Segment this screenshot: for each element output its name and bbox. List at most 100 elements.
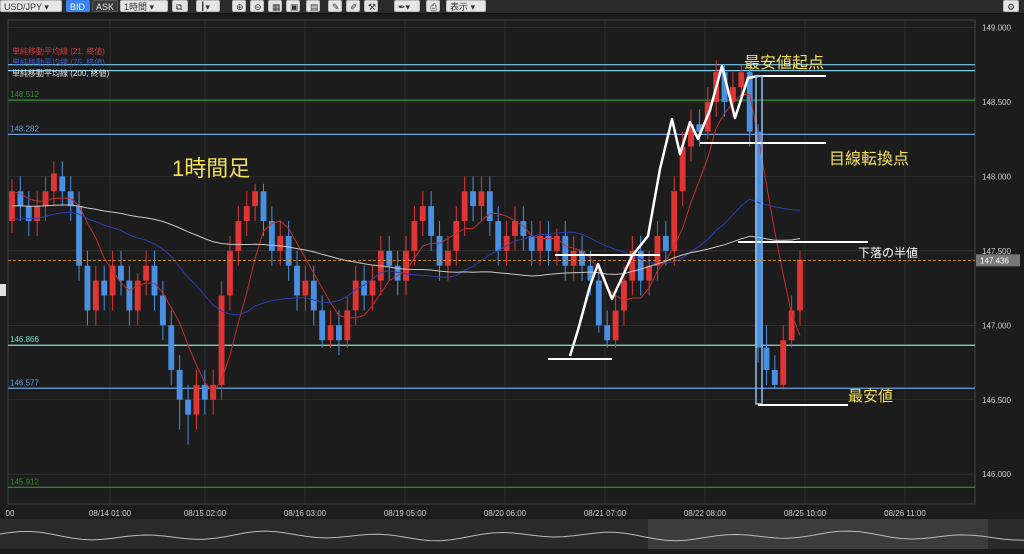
candle-body bbox=[193, 384, 200, 415]
level-label: 148.512 bbox=[10, 90, 39, 99]
x-tick-label: 08/14 01:00 bbox=[89, 509, 132, 518]
current-price-label: 147.436 bbox=[980, 256, 1009, 265]
candle-body bbox=[604, 325, 611, 341]
candle-body bbox=[327, 325, 334, 341]
draw-icon[interactable]: ✎ bbox=[328, 0, 342, 12]
candle-body bbox=[419, 206, 426, 222]
candle-body bbox=[151, 265, 158, 296]
save-icon[interactable]: ▤ bbox=[306, 0, 320, 12]
candle-body bbox=[763, 347, 770, 370]
print-icon[interactable]: ⎙ bbox=[426, 0, 440, 12]
y-tick-label: 149.000 bbox=[982, 23, 1011, 32]
settings-icon[interactable]: ⚙ bbox=[1003, 0, 1019, 12]
candle-body bbox=[570, 250, 577, 266]
candle-body bbox=[302, 280, 309, 296]
copy-icon[interactable]: ⧉ bbox=[172, 0, 188, 12]
candle-body bbox=[562, 235, 569, 266]
annotation-half-retrace: 下落の半値 bbox=[858, 245, 918, 260]
level-label: 146.577 bbox=[10, 378, 39, 387]
level-label: 145.912 bbox=[10, 477, 39, 486]
chart-area: 149.000 148.500 148.000 147.500 147.000 146.5… bbox=[0, 14, 1024, 549]
candle-body bbox=[352, 280, 359, 311]
candle-body bbox=[252, 191, 259, 207]
candle-body bbox=[646, 265, 653, 281]
candle-body bbox=[59, 176, 66, 192]
candle-body bbox=[218, 295, 225, 385]
y-tick-label: 146.500 bbox=[982, 396, 1011, 405]
zoom-out-icon[interactable]: ⊖ bbox=[250, 0, 264, 12]
x-tick-label: 08/26 11:00 bbox=[884, 509, 926, 518]
candle-body bbox=[143, 265, 150, 281]
tools-icon[interactable]: ⚒ bbox=[364, 0, 378, 12]
toolbar: USD/JPY ▾ BID ASK 1時間 ▾ ⧉ ┃▾ ⊕ ⊖ ▦ ▣ ▤ ✎… bbox=[0, 0, 1024, 14]
candle-body bbox=[797, 259, 803, 311]
symbol-select[interactable]: USD/JPY ▾ bbox=[0, 0, 62, 12]
annotation-trend-change: 目線転換点 bbox=[829, 150, 909, 168]
candle-body bbox=[84, 265, 91, 311]
candle-body bbox=[486, 191, 493, 222]
candle-body bbox=[235, 221, 242, 251]
timeframe-select[interactable]: 1時間 ▾ bbox=[120, 0, 168, 12]
level-label: 146.866 bbox=[10, 335, 39, 344]
y-tick-label: 148.000 bbox=[982, 172, 1011, 181]
view-label: 表示 bbox=[450, 2, 469, 12]
y-tick-label: 148.500 bbox=[982, 98, 1011, 107]
candle-body bbox=[621, 280, 627, 311]
legend-entry: 単純移動平均線 (200, 終値) bbox=[12, 68, 110, 78]
annotation-start-low: 最安値起点 bbox=[744, 54, 824, 72]
candle-body bbox=[478, 191, 485, 207]
view-menu[interactable]: 表示 ▾ bbox=[446, 0, 486, 12]
candle-body bbox=[101, 280, 108, 296]
chart-title: 1時間足 bbox=[172, 156, 250, 181]
candle-body bbox=[92, 280, 99, 311]
candle-body bbox=[428, 206, 435, 236]
candle-body bbox=[780, 340, 787, 385]
window-icon[interactable]: ▣ bbox=[286, 0, 300, 12]
x-tick-label: 08/19 05:00 bbox=[384, 509, 427, 518]
bid-button[interactable]: BID bbox=[66, 0, 90, 12]
pen-icon[interactable]: ✒▾ bbox=[394, 0, 420, 12]
candle-body bbox=[50, 173, 57, 192]
candle-body bbox=[344, 310, 351, 341]
x-tick-label: 08/16 03:00 bbox=[284, 509, 327, 518]
zoom-in-icon[interactable]: ⊕ bbox=[232, 0, 246, 12]
candle-body bbox=[453, 221, 460, 251]
x-tick-label: 08/21 07:00 bbox=[584, 509, 627, 518]
y-tick-label: 146.000 bbox=[982, 470, 1011, 479]
price-chart[interactable]: 149.000148.500148.000147.500147.000146.5… bbox=[0, 14, 1024, 549]
candle-body bbox=[176, 369, 183, 400]
candle-body bbox=[260, 191, 267, 222]
annotation-lowest: 最安値 bbox=[848, 388, 893, 405]
candle-body bbox=[654, 235, 661, 266]
x-tick-label: 00 bbox=[6, 509, 15, 518]
x-tick-label: 08/20 06:00 bbox=[484, 509, 527, 518]
candle-body bbox=[185, 399, 191, 415]
x-tick-label: 08/25 10:00 bbox=[784, 509, 827, 518]
candle-body bbox=[612, 310, 619, 341]
candle-body bbox=[42, 191, 49, 207]
grid-icon[interactable]: ▦ bbox=[268, 0, 282, 12]
candle-body bbox=[277, 235, 284, 251]
candle-body bbox=[118, 265, 124, 281]
candle-body bbox=[168, 325, 175, 370]
candle-body bbox=[386, 250, 393, 266]
candle-body bbox=[512, 221, 518, 236]
candle-body bbox=[503, 235, 510, 251]
legend-entry: 単純移動平均線 (75, 終値) bbox=[12, 57, 105, 67]
edit-icon[interactable]: ✐ bbox=[346, 0, 360, 12]
candle-body bbox=[595, 280, 602, 326]
candle-body bbox=[528, 235, 535, 251]
candle-body bbox=[310, 280, 317, 311]
candle-body bbox=[738, 72, 745, 88]
candle-body bbox=[461, 191, 468, 222]
candle-body bbox=[470, 191, 476, 207]
candle-body bbox=[436, 235, 443, 266]
candle-body bbox=[201, 384, 208, 400]
ask-button[interactable]: ASK bbox=[92, 0, 118, 12]
chart-type-icon[interactable]: ┃▾ bbox=[196, 0, 220, 12]
candle-body bbox=[369, 280, 376, 296]
candle-body bbox=[662, 235, 669, 251]
x-tick-label: 08/22 08:00 bbox=[684, 509, 727, 518]
symbol-label: USD/JPY bbox=[4, 2, 42, 12]
candle-body bbox=[411, 221, 418, 251]
